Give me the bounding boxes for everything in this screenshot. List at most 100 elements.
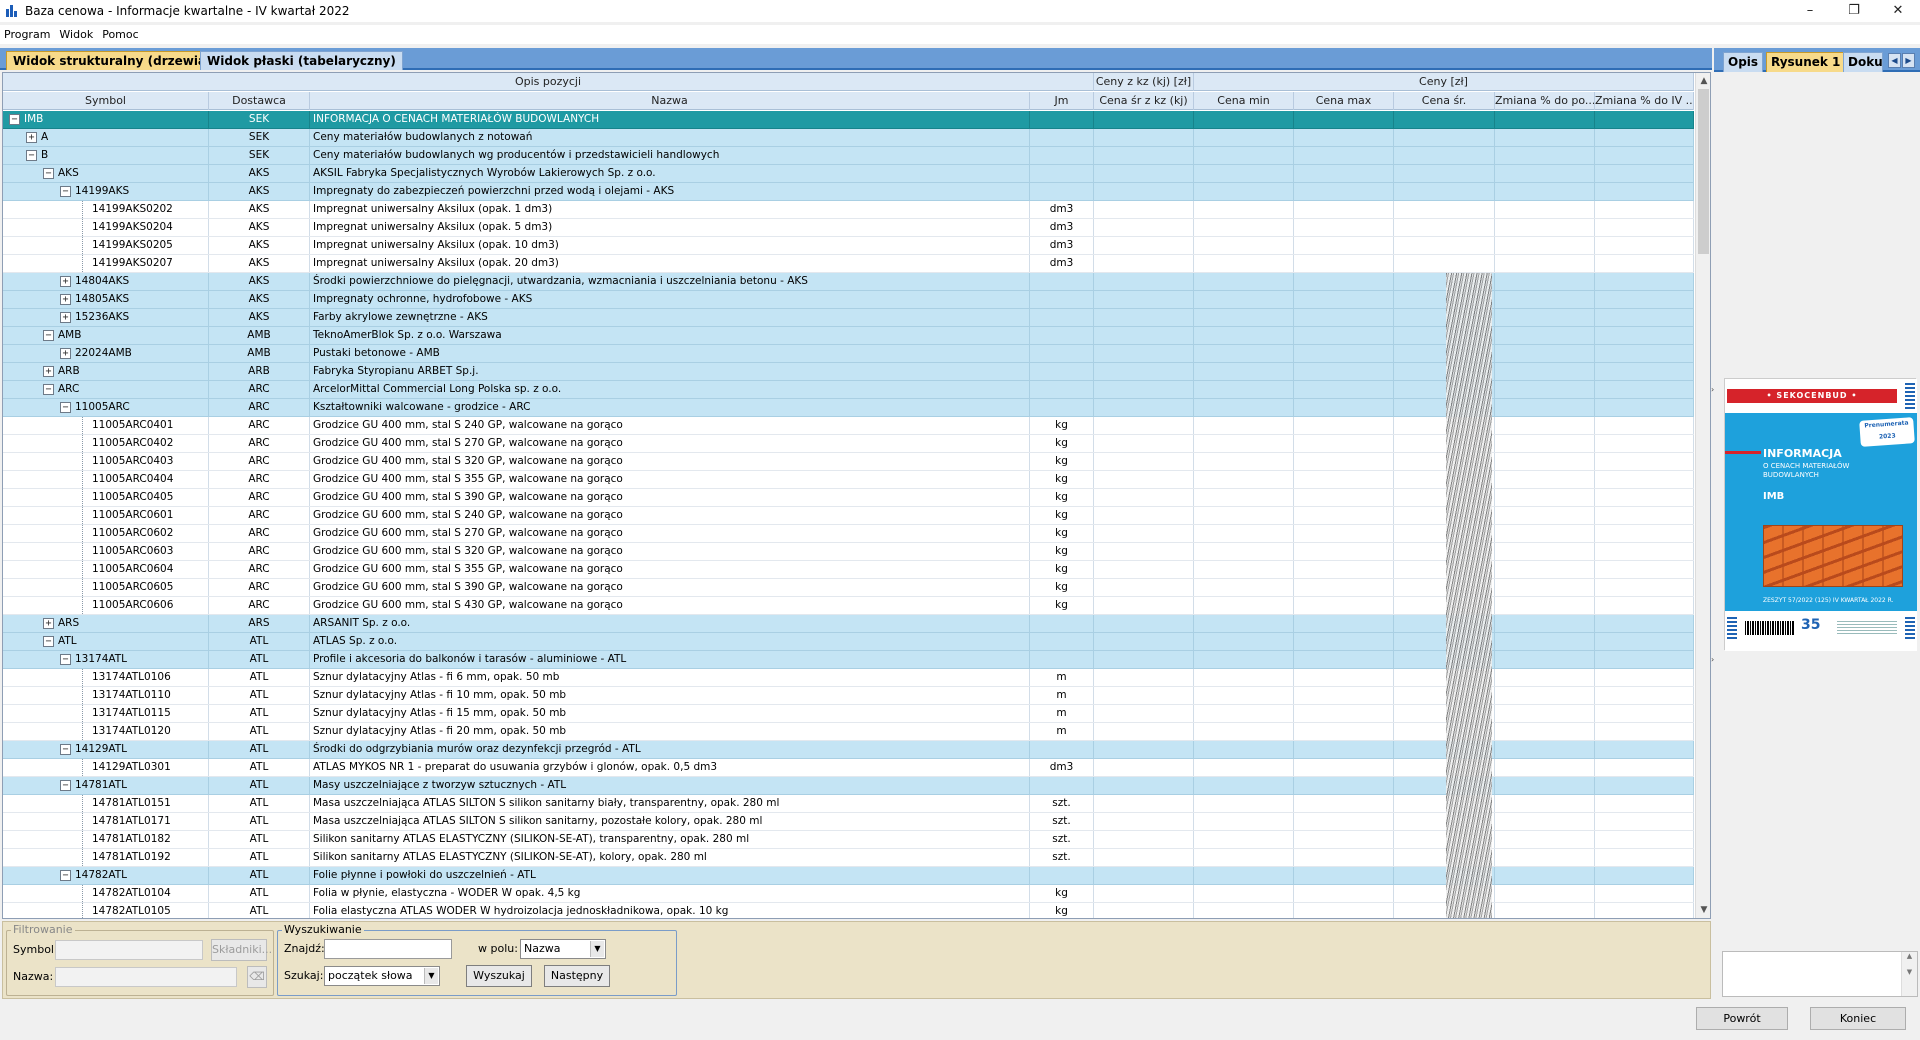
expand-icon[interactable]: + [60,348,71,359]
table-row[interactable]: 14781ATL0192 ATL Silikon sanitarny ATLAS E… [3,849,1694,867]
table-row[interactable]: 11005ARC0401 ARC Grodzice GU 400 mm, stal … [3,417,1694,435]
col-symbol[interactable]: Symbol [3,92,209,110]
search-button[interactable]: Wyszukaj [466,965,532,987]
collapse-icon[interactable]: − [60,654,71,665]
tab-scroll-right-icon[interactable]: ▶ [1902,53,1915,68]
search-field-select[interactable]: Nazwa ▼ [520,939,606,959]
table-row[interactable]: 14781ATL0171 ATL Masa uszczelniająca ATLAS… [3,813,1694,831]
collapse-icon[interactable]: − [60,186,71,197]
table-row[interactable]: − ATL ATL ATLAS Sp. z o.o. [3,633,1694,651]
col-nazwa[interactable]: Nazwa [310,92,1030,110]
table-row[interactable]: 14199AKS0207 AKS Impregnat uniwersalny Aks… [3,255,1694,273]
table-row[interactable]: 14199AKS0205 AKS Impregnat uniwersalny Aks… [3,237,1694,255]
table-row[interactable]: 14199AKS0202 AKS Impregnat uniwersalny Aks… [3,201,1694,219]
description-memo[interactable]: ▲ ▼ [1722,951,1918,997]
table-row[interactable]: 14782ATL0104 ATL Folia w płynie, elastyczn… [3,885,1694,903]
table-row[interactable]: 11005ARC0405 ARC Grodzice GU 400 mm, stal … [3,489,1694,507]
col-jm[interactable]: Jm [1030,92,1094,110]
table-row[interactable]: −13174ATL ATL Profile i akcesoria do balko… [3,651,1694,669]
next-button[interactable]: Następny [544,965,610,987]
grid-vertical-scrollbar[interactable]: ▲ ▼ [1695,73,1710,918]
table-row[interactable]: −14782ATL ATL Folie płynne i powłoki do us… [3,867,1694,885]
collapse-icon[interactable]: − [60,744,71,755]
table-row[interactable]: 11005ARC0603 ARC Grodzice GU 600 mm, stal … [3,543,1694,561]
expand-icon[interactable]: + [60,312,71,323]
collapse-icon[interactable]: − [43,330,54,341]
table-row[interactable]: +15236AKS AKS Farby akrylowe zewnętrzne - … [3,309,1694,327]
scroll-thumb[interactable] [1698,89,1709,254]
collapse-icon[interactable]: − [60,870,71,881]
table-row[interactable]: − B SEK Ceny materiałów budowlanych wg prod… [3,147,1694,165]
collapse-icon[interactable]: − [60,402,71,413]
table-row[interactable]: 11005ARC0403 ARC Grodzice GU 400 mm, stal … [3,453,1694,471]
table-row[interactable]: +14805AKS AKS Impregnaty ochronne, hydrofo… [3,291,1694,309]
minimize-button[interactable]: – [1788,0,1832,22]
collapse-icon[interactable]: − [43,168,54,179]
clear-filter-icon[interactable]: ⌫ [247,966,267,988]
table-row[interactable]: 11005ARC0601 ARC Grodzice GU 600 mm, stal … [3,507,1694,525]
tab-dokument[interactable]: Doku [1843,52,1883,72]
col-cena-max[interactable]: Cena max [1294,92,1394,110]
col-dostawca[interactable]: Dostawca [209,92,310,110]
table-row[interactable]: − IMB SEK INFORMACJA O CENACH MATERIAŁÓW BU… [3,111,1694,129]
nazwa-filter-input[interactable] [55,967,237,987]
col-cena-sr[interactable]: Cena śr. [1394,92,1495,110]
expand-icon[interactable]: + [60,276,71,287]
table-row[interactable]: + A SEK Ceny materiałów budowlanych z notow… [3,129,1694,147]
table-row[interactable]: 14129ATL0301 ATL ATLAS MYKOS NR 1 - prepar… [3,759,1694,777]
expand-icon[interactable]: + [60,294,71,305]
table-row[interactable]: −11005ARC ARC Kształtowniki walcowane - gr… [3,399,1694,417]
table-row[interactable]: − AKS AKS AKSIL Fabryka Specjalistycznych W… [3,165,1694,183]
collapse-icon[interactable]: − [43,384,54,395]
table-row[interactable]: −14129ATL ATL Środki do odgrzybiania murów… [3,741,1694,759]
symbol-filter-input[interactable] [55,940,203,960]
scroll-up-icon[interactable]: ▲ [1696,73,1710,89]
table-row[interactable]: 11005ARC0404 ARC Grodzice GU 400 mm, stal … [3,471,1694,489]
end-button[interactable]: Koniec [1810,1007,1906,1030]
memo-scrollbar[interactable]: ▲ ▼ [1901,952,1917,996]
collapse-icon[interactable]: − [9,114,20,125]
col-zmiana-iv[interactable]: Zmiana % do IV ... [1595,92,1694,110]
expand-icon[interactable]: + [43,618,54,629]
table-row[interactable]: 13174ATL0110 ATL Sznur dylatacyjny Atlas -… [3,687,1694,705]
table-row[interactable]: + ARB ARB Fabryka Styropianu ARBET Sp.j. [3,363,1694,381]
table-row[interactable]: 14781ATL0151 ATL Masa uszczelniająca ATLAS… [3,795,1694,813]
back-button[interactable]: Powrót [1696,1007,1788,1030]
table-row[interactable]: 11005ARC0606 ARC Grodzice GU 600 mm, stal … [3,597,1694,615]
scroll-down-icon[interactable]: ▼ [1696,902,1710,918]
menu-program[interactable]: Program [4,28,50,41]
table-row[interactable]: + ARS ARS ARSANIT Sp. z o.o. [3,615,1694,633]
table-row[interactable]: 13174ATL0120 ATL Sznur dylatacyjny Atlas -… [3,723,1694,741]
close-button[interactable]: ✕ [1876,0,1920,22]
table-row[interactable]: 13174ATL0115 ATL Sznur dylatacyjny Atlas -… [3,705,1694,723]
collapse-icon[interactable]: − [43,636,54,647]
table-row[interactable]: 14782ATL0105 ATL Folia elastyczna ATLAS WO… [3,903,1694,918]
table-row[interactable]: 11005ARC0604 ARC Grodzice GU 600 mm, stal … [3,561,1694,579]
find-input[interactable] [324,939,452,959]
table-row[interactable]: 11005ARC0402 ARC Grodzice GU 400 mm, stal … [3,435,1694,453]
menu-widok[interactable]: Widok [59,28,93,41]
table-row[interactable]: − AMB AMB TeknoAmerBlok Sp. z o.o. Warszawa [3,327,1694,345]
menu-pomoc[interactable]: Pomoc [102,28,138,41]
col-cena-min[interactable]: Cena min [1194,92,1294,110]
expand-icon[interactable]: + [26,132,37,143]
table-row[interactable]: +22024AMB AMB Pustaki betonowe - AMB [3,345,1694,363]
table-row[interactable]: +14804AKS AKS Środki powierzchniowe do pie… [3,273,1694,291]
col-cena-kz[interactable]: Cena śr z kz (kj) [1094,92,1194,110]
collapse-icon[interactable]: − [26,150,37,161]
tab-opis[interactable]: Opis [1723,52,1764,72]
table-row[interactable]: −14781ATL ATL Masy uszczelniające z tworzy… [3,777,1694,795]
expand-icon[interactable]: + [43,366,54,377]
table-row[interactable]: 14199AKS0204 AKS Impregnat uniwersalny Aks… [3,219,1694,237]
table-row[interactable]: − ARC ARC ArcelorMittal Commercial Long Pol… [3,381,1694,399]
maximize-button[interactable]: ❐ [1832,0,1876,22]
table-row[interactable]: −14199AKS AKS Impregnaty do zabezpieczeń p… [3,183,1694,201]
skladniki-button[interactable]: Składniki... [211,939,272,961]
col-zmiana-po[interactable]: Zmiana % do po... [1495,92,1595,110]
table-row[interactable]: 11005ARC0602 ARC Grodzice GU 600 mm, stal … [3,525,1694,543]
table-row[interactable]: 11005ARC0605 ARC Grodzice GU 600 mm, stal … [3,579,1694,597]
table-row[interactable]: 14781ATL0182 ATL Silikon sanitarny ATLAS E… [3,831,1694,849]
tab-flat-view[interactable]: Widok płaski (tabelaryczny) [200,51,403,70]
tab-rysunek[interactable]: Rysunek 1 [1766,52,1846,72]
tab-scroll-left-icon[interactable]: ◀ [1888,53,1901,68]
